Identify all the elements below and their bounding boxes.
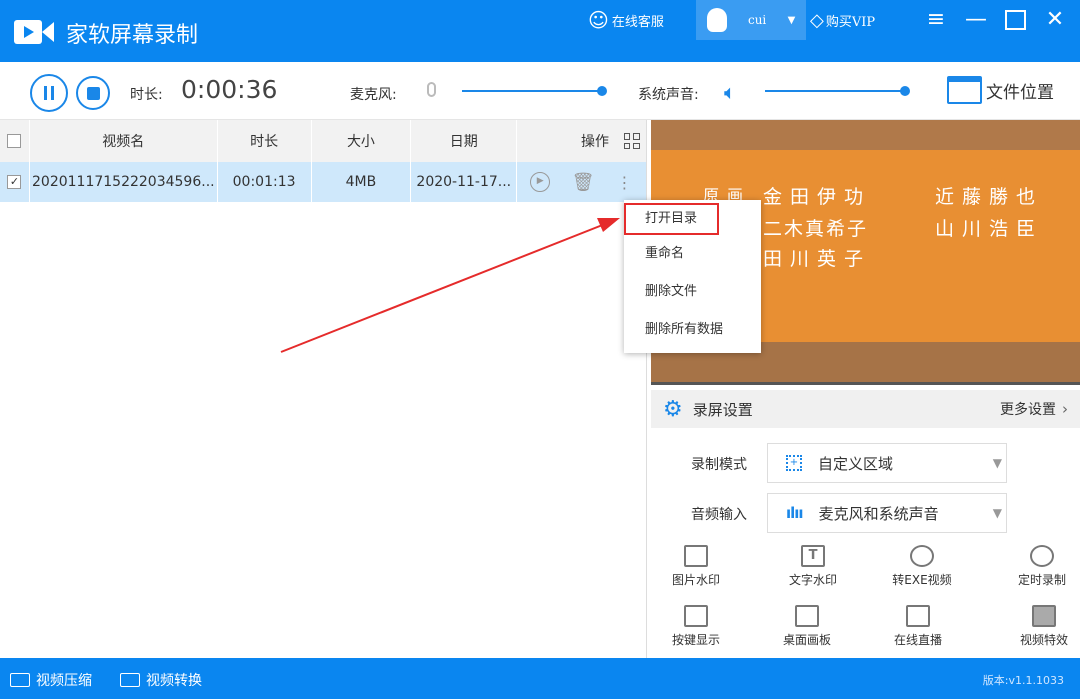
dropdown-arrow-icon: ▼ [992, 506, 1002, 520]
menu-delete-all-data[interactable]: 删除所有数据 [624, 311, 761, 349]
video-compress-button[interactable]: 视频压缩 [10, 670, 92, 690]
settings-panel: ⚙ 录屏设置 更多设置 › 录制模式 + 自定义区域 ▼ 音频输入 ılıı 麦… [651, 390, 1080, 658]
tool-label: 图片水印 [671, 573, 720, 587]
video-convert-button[interactable]: 视频转换 [120, 670, 202, 690]
audio-input-value: 麦克风和系统声音 [818, 504, 939, 523]
settings-header: ⚙ 录屏设置 更多设置 › [651, 390, 1080, 428]
audio-input-select[interactable]: ılıı 麦克风和系统声音 ▼ [767, 493, 1007, 533]
text-watermark-tool[interactable]: T 文字水印 [773, 545, 853, 588]
tool-label: 按键显示 [671, 633, 720, 647]
tool-label: 定时录制 [1017, 573, 1066, 587]
video-effects-icon [1032, 605, 1056, 627]
audio-wave-icon: ılıı [786, 504, 804, 522]
credit-text: 二木真希子 [763, 218, 869, 240]
tool-label: 在线直播 [893, 633, 942, 647]
live-stream-tool[interactable]: 在线直播 [878, 605, 958, 648]
keyboard-icon [684, 605, 708, 627]
dropdown-arrow-icon: ▼ [992, 456, 1002, 470]
easel-icon [795, 605, 819, 627]
video-effects-tool[interactable]: 视频特效 [1004, 605, 1080, 648]
more-settings-link[interactable]: 更多设置 [1000, 399, 1056, 419]
footer-bar: 视频压缩 视频转换 版本:v1.1.1033 [0, 658, 1080, 699]
keystroke-display-tool[interactable]: 按键显示 [656, 605, 736, 648]
alarm-clock-icon [1030, 545, 1054, 567]
credit-text: 近藤勝也 [935, 186, 1044, 208]
video-icon [120, 673, 140, 687]
tool-label: 文字水印 [788, 573, 837, 587]
custom-region-icon: + [786, 455, 802, 471]
record-mode-label: 录制模式 [691, 457, 747, 473]
gear-icon: ⚙ [663, 396, 683, 422]
credit-text: 山川浩臣 [935, 218, 1044, 240]
video-icon [10, 673, 30, 687]
settings-title: 录屏设置 [692, 400, 753, 419]
audio-input-label: 音频输入 [691, 507, 747, 523]
tool-label: 视频特效 [1019, 633, 1068, 647]
credit-text: 田川英子 [763, 248, 872, 270]
version-label: 版本:v1.1.1033 [982, 674, 1064, 687]
chevron-right-icon[interactable]: › [1062, 400, 1068, 418]
context-menu: 打开目录 重命名 删除文件 删除所有数据 [624, 200, 761, 353]
menu-delete-file[interactable]: 删除文件 [624, 273, 761, 311]
tool-label: 转EXE视频 [892, 573, 952, 587]
record-mode-select[interactable]: + 自定义区域 ▼ [767, 443, 1007, 483]
image-icon [684, 545, 708, 567]
preview-decor [651, 120, 1080, 150]
desktop-board-tool[interactable]: 桌面画板 [767, 605, 847, 648]
record-mode-value: 自定义区域 [818, 454, 894, 473]
image-watermark-tool[interactable]: 图片水印 [656, 545, 736, 588]
convert-exe-tool[interactable]: 转EXE视频 [882, 545, 962, 588]
credit-text: 金田伊功 [763, 186, 872, 208]
scheduled-record-tool[interactable]: 定时录制 [1002, 545, 1080, 588]
text-icon: T [801, 545, 825, 567]
monitor-play-icon [906, 605, 930, 627]
tool-label: 桌面画板 [782, 633, 831, 647]
menu-rename[interactable]: 重命名 [624, 235, 761, 273]
video-compress-label: 视频压缩 [36, 673, 92, 689]
convert-icon [910, 545, 934, 567]
video-convert-label: 视频转换 [146, 673, 202, 689]
menu-open-directory[interactable]: 打开目录 [624, 203, 719, 235]
